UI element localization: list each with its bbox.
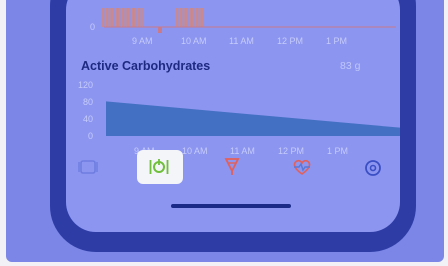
insulin-bar xyxy=(114,8,118,27)
insulin-bar xyxy=(179,8,182,27)
insulin-bar xyxy=(137,8,140,27)
insulin-bar xyxy=(192,8,195,27)
phone-screen: 0 9 AM 10 AM 11 AM 12 PM 1 PM Active Car… xyxy=(66,0,400,232)
insulin-bar xyxy=(124,8,127,27)
insulin-chart: 0 9 AM 10 AM 11 AM 12 PM 1 PM xyxy=(66,0,400,50)
insulin-y-tick: 0 xyxy=(90,22,96,32)
insulin-bar xyxy=(127,8,130,27)
insulin-bar xyxy=(188,8,192,27)
heart-icon[interactable] xyxy=(291,156,313,178)
insulin-bar xyxy=(201,8,204,27)
insulin-bar xyxy=(198,8,201,27)
carbs-title: Active Carbohydrates xyxy=(81,59,211,73)
insulin-bar xyxy=(118,8,121,27)
carbs-x-tick: 1 PM xyxy=(327,146,349,156)
insulin-x-tick: 10 AM xyxy=(181,36,207,46)
insulin-bar xyxy=(111,8,114,27)
insulin-bar xyxy=(130,8,134,27)
insulin-bar xyxy=(176,8,179,27)
carbs-x-tick: 12 PM xyxy=(278,146,305,156)
insulin-bar xyxy=(121,8,124,27)
carb-entry-icon[interactable] xyxy=(148,156,170,178)
insulin-x-tick: 1 PM xyxy=(326,36,348,46)
insulin-bar xyxy=(185,8,188,27)
bolus-icon[interactable] xyxy=(221,155,243,177)
insulin-bar xyxy=(140,8,143,27)
insulin-bar xyxy=(134,8,137,27)
plate-icon[interactable] xyxy=(77,156,99,178)
home-indicator[interactable] xyxy=(171,204,291,208)
insulin-x-tick: 12 PM xyxy=(277,36,304,46)
insulin-bar xyxy=(102,8,105,27)
settings-icon[interactable] xyxy=(362,157,384,179)
carbs-x-tick: 10 AM xyxy=(182,146,208,156)
insulin-x-tick: 11 AM xyxy=(229,36,254,46)
carbs-current-value: 83 g xyxy=(340,60,361,72)
insulin-bar xyxy=(182,8,185,27)
insulin-bar xyxy=(158,27,162,33)
insulin-bar xyxy=(108,8,111,27)
insulin-x-tick: 9 AM xyxy=(132,36,153,46)
insulin-bar xyxy=(105,8,108,27)
insulin-bar xyxy=(195,8,198,27)
carbs-area xyxy=(106,101,400,136)
scene: 0 9 AM 10 AM 11 AM 12 PM 1 PM Active Car… xyxy=(0,0,448,266)
